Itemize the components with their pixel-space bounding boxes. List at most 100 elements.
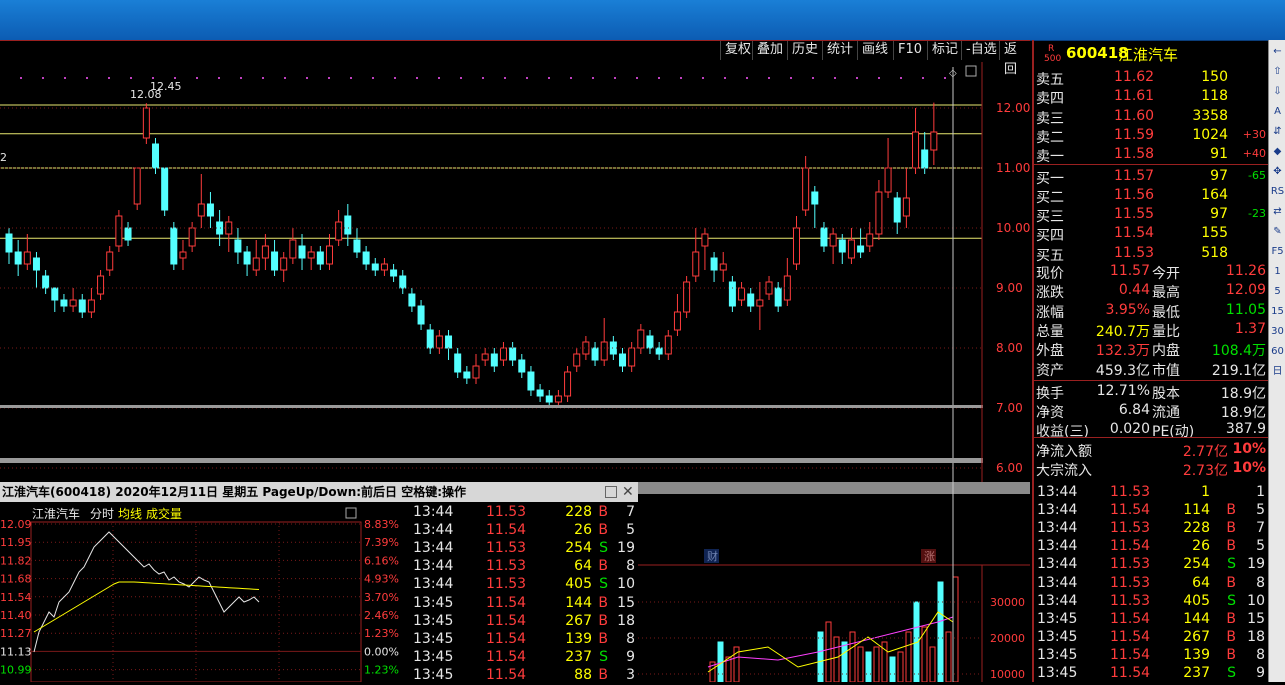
tick-list-right[interactable]: 13:44 11.53 1 1 13:44 11.54 114 B 5 13:44 … xyxy=(1034,482,1268,682)
tick-row[interactable]: 13:45 11.54 144 B 15 xyxy=(1034,611,1268,629)
tick-row[interactable]: 13:44 11.53 405 S 10 xyxy=(1034,593,1268,611)
order-book-row[interactable]: 卖三 11.60 3358 xyxy=(1034,107,1268,127)
tick-row[interactable]: 13:44 11.53 228 B 7 xyxy=(410,504,638,522)
toolbar-mark-button[interactable]: 标记 xyxy=(927,40,962,60)
volume-bar xyxy=(929,646,936,682)
tick-row[interactable]: 13:44 11.54 26 B 5 xyxy=(410,522,638,540)
maximize-icon[interactable] xyxy=(605,486,617,498)
toolbar-diejia-button[interactable]: 叠加 xyxy=(752,40,787,60)
toolbar-stats-button[interactable]: 统计 xyxy=(822,40,857,60)
restore-icon[interactable] xyxy=(965,65,977,77)
candle-body xyxy=(738,287,746,301)
side-tool-icon[interactable]: 日 xyxy=(1270,364,1285,379)
tick-row[interactable]: 13:45 11.54 144 B 15 xyxy=(410,595,638,613)
quote-value-2: 18.9亿 xyxy=(1220,385,1266,402)
order-book-row[interactable]: 买二 11.56 164 xyxy=(1034,186,1268,206)
mini-window-title[interactable]: 江淮汽车(600418) 2020年12月11日 星期五 PageUp/Down… xyxy=(0,482,638,502)
side-tool-icon[interactable]: ⇵ xyxy=(1270,124,1285,139)
quote-value-1: 6.84 xyxy=(1118,402,1150,419)
tick-row[interactable]: 13:44 11.53 64 B 8 xyxy=(410,558,638,576)
candle-body xyxy=(545,395,553,403)
quote-value-2: 11.26 xyxy=(1225,263,1266,279)
tick-volume: 405 xyxy=(1183,592,1210,609)
quote-row: 净资 6.84 流通 18.9亿 xyxy=(1034,401,1268,421)
order-book-row[interactable]: 卖五 11.62 150 xyxy=(1034,68,1268,88)
side-tool-icon[interactable]: F5 xyxy=(1270,244,1285,259)
order-book-row[interactable]: 卖二 11.59 1024 +30 xyxy=(1034,126,1268,146)
order-book: 卖五 11.62 150 卖四 11.61 118 卖三 11.60 3358 … xyxy=(1034,68,1268,264)
order-book-row[interactable]: 买五 11.53 518 xyxy=(1034,244,1268,264)
side-tool-icon[interactable]: ✥ xyxy=(1270,164,1285,179)
tick-row[interactable]: 13:44 11.54 26 B 5 xyxy=(1034,538,1268,556)
tick-row[interactable]: 13:45 11.54 88 B 3 xyxy=(410,667,638,685)
tick-direction: S xyxy=(599,648,608,665)
tick-row[interactable]: 13:45 11.54 267 B 18 xyxy=(410,613,638,631)
candle-body xyxy=(600,341,608,361)
tick-row[interactable]: 13:44 11.54 114 B 5 xyxy=(1034,502,1268,520)
volume-chart[interactable]: 财 涨 300002000010000 xyxy=(638,482,1030,682)
tick-row[interactable]: 13:44 11.53 1 1 xyxy=(1034,484,1268,502)
candle-body xyxy=(87,299,95,313)
tick-list-mid[interactable]: 13:44 11.53 228 B 7 13:44 11.54 26 B 5 13:… xyxy=(410,502,638,685)
fund-flow-pct: 10% xyxy=(1232,441,1266,457)
marker-dot xyxy=(526,77,528,79)
candle-body xyxy=(454,353,462,373)
tick-direction: B xyxy=(1226,610,1236,627)
side-tool-icon[interactable]: ⇩ xyxy=(1270,84,1285,99)
order-change: -23 xyxy=(1248,207,1266,221)
quote-value-2: 108.4万 xyxy=(1211,343,1266,360)
tick-price: 11.54 xyxy=(1110,538,1151,555)
side-tool-icon[interactable]: RS xyxy=(1270,184,1285,199)
candle-body xyxy=(765,281,773,295)
toolbar-history-button[interactable]: 历史 xyxy=(787,40,822,60)
candle-body xyxy=(316,251,324,265)
side-tool-icon[interactable]: 15 xyxy=(1270,304,1285,319)
tick-volume: 267 xyxy=(1183,628,1210,645)
side-tool-icon[interactable]: 60 xyxy=(1270,344,1285,359)
tick-row[interactable]: 13:44 11.53 254 S 19 xyxy=(410,540,638,558)
toolbar-f10-button[interactable]: F10 xyxy=(893,40,926,60)
candle-body xyxy=(243,251,251,265)
toolbar-back-button[interactable]: 返回 xyxy=(999,40,1030,77)
tick-row[interactable]: 13:44 11.53 228 B 7 xyxy=(1034,520,1268,538)
order-book-row[interactable]: 卖一 11.58 91 +40 xyxy=(1034,145,1268,165)
order-book-row[interactable]: 买三 11.55 97 -23 xyxy=(1034,205,1268,225)
tick-row[interactable]: 13:45 11.54 139 B 8 xyxy=(410,631,638,649)
tick-volume: 228 xyxy=(1183,520,1210,537)
tick-count: 5 xyxy=(626,522,635,539)
close-icon[interactable]: ✕ xyxy=(622,482,634,502)
tick-row[interactable]: 13:44 11.53 254 S 19 xyxy=(1034,556,1268,574)
side-tool-icon[interactable]: ⇄ xyxy=(1270,204,1285,219)
order-book-row[interactable]: 买四 11.54 155 xyxy=(1034,224,1268,244)
tick-row[interactable]: 13:45 11.54 237 S 9 xyxy=(410,649,638,667)
toolbar-fuquan-button[interactable]: 复权 xyxy=(720,40,755,60)
side-tool-icon[interactable]: ← xyxy=(1270,44,1285,59)
tick-row[interactable]: 13:45 11.54 139 B 8 xyxy=(1034,647,1268,665)
tick-row[interactable]: 13:44 11.53 405 S 10 xyxy=(410,576,638,594)
tick-row[interactable]: 13:45 11.54 237 S 9 xyxy=(1034,665,1268,683)
candle-body xyxy=(344,215,352,235)
side-tool-icon[interactable]: 1 xyxy=(1270,264,1285,279)
side-tool-icon[interactable]: ⇧ xyxy=(1270,64,1285,79)
mini-price-tick: 11.54 xyxy=(0,591,32,604)
side-tool-icon[interactable]: ✎ xyxy=(1270,224,1285,239)
candle-body xyxy=(518,359,526,373)
tick-volume: 267 xyxy=(565,612,592,629)
tick-count: 8 xyxy=(626,630,635,647)
side-tool-icon[interactable]: 5 xyxy=(1270,284,1285,299)
order-book-row[interactable]: 卖四 11.61 118 xyxy=(1034,87,1268,107)
candlestick-chart[interactable]: 12.0011.0010.009.008.007.006.00 12.08 12… xyxy=(0,62,1030,482)
side-tool-icon[interactable]: A xyxy=(1270,104,1285,119)
marker-dot xyxy=(394,77,396,79)
side-tool-icon[interactable]: ◆ xyxy=(1270,144,1285,159)
intraday-chart[interactable]: 12.09 11.95 11.82 11.68 11.54 11.40 11.27 11.13… xyxy=(0,502,410,682)
side-tool-icon[interactable]: 30 xyxy=(1270,324,1285,339)
tick-volume: 144 xyxy=(565,594,592,611)
candle-body xyxy=(353,239,361,253)
tick-row[interactable]: 13:44 11.53 64 B 8 xyxy=(1034,575,1268,593)
tick-direction: S xyxy=(1227,592,1236,609)
toolbar-watchlist-button[interactable]: -自选 xyxy=(961,40,1001,60)
tick-row[interactable]: 13:45 11.54 267 B 18 xyxy=(1034,629,1268,647)
order-book-row[interactable]: 买一 11.57 97 -65 xyxy=(1034,167,1268,187)
toolbar-draw-button[interactable]: 画线 xyxy=(857,40,892,60)
